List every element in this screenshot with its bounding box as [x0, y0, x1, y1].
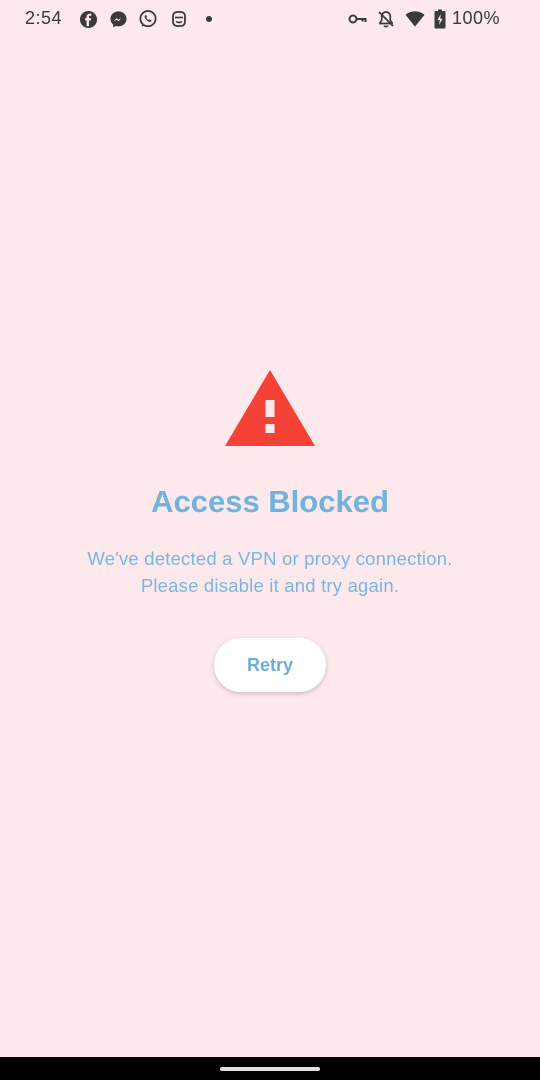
screen: 2:54 100% Access Blocked We've detected …	[0, 0, 540, 1080]
blocked-message: We've detected a VPN or proxy connection…	[0, 545, 540, 599]
bot-icon	[169, 9, 189, 29]
navigation-bar	[0, 1057, 540, 1080]
battery-percent: 100%	[451, 8, 500, 28]
home-gesture-handle[interactable]	[220, 1067, 320, 1071]
wifi-icon	[405, 9, 425, 29]
facebook-icon	[78, 9, 98, 29]
message-line-2: Please disable it and try again.	[140, 575, 400, 596]
notifications-off-icon	[376, 9, 396, 29]
dot-icon	[199, 9, 219, 29]
message-line-1: We've detected a VPN or proxy connection…	[87, 548, 453, 569]
vpn-key-icon	[347, 9, 367, 29]
status-bar: 2:54 100%	[0, 0, 540, 40]
retry-button[interactable]: Retry	[214, 638, 326, 692]
page-title: Access Blocked	[151, 484, 389, 519]
messenger-icon	[108, 9, 128, 29]
whatsapp-icon	[138, 9, 158, 29]
battery-charging-icon	[430, 9, 450, 29]
warning-icon	[224, 368, 316, 448]
status-time: 2:54	[25, 8, 63, 28]
